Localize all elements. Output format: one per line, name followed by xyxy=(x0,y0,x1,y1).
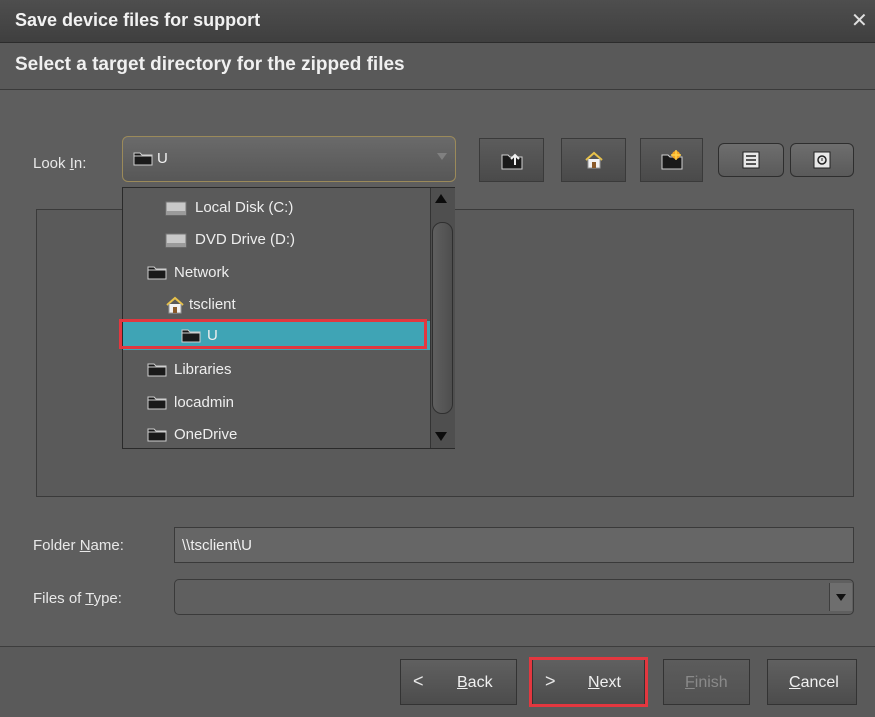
look-in-label-text: Look xyxy=(33,155,70,172)
list-item-label: locadmin xyxy=(174,394,235,411)
finish-button: Finish xyxy=(663,659,750,705)
list-item-label: U xyxy=(207,327,218,344)
home-button[interactable] xyxy=(561,138,626,182)
folder-icon xyxy=(133,150,153,171)
files-of-type-label-text: Files of xyxy=(33,590,86,607)
cancel-label: Cancel xyxy=(789,674,839,692)
dropdown-scrollbar[interactable] xyxy=(430,188,455,448)
step-title: Select a target directory for the zipped… xyxy=(15,54,405,75)
look-in-label: Look In: xyxy=(33,155,86,172)
cancel-mnemonic: C xyxy=(789,674,801,691)
folder-name-label-suffix: ame: xyxy=(90,537,124,554)
cancel-button[interactable]: Cancel xyxy=(767,659,857,705)
folder-name-label-text: Folder xyxy=(33,537,80,554)
chevron-right-icon: > xyxy=(545,671,556,691)
look-in-dropdown-list[interactable]: Local Disk (C:) DVD Drive (D:) Network t… xyxy=(122,187,455,449)
list-item-network[interactable]: Network xyxy=(123,257,430,289)
chevron-left-icon: < xyxy=(413,671,424,691)
look-in-combobox[interactable]: U xyxy=(122,136,456,182)
back-mnemonic: B xyxy=(457,674,468,691)
list-item-label: Libraries xyxy=(174,361,232,378)
close-icon[interactable]: ✕ xyxy=(851,8,868,33)
finish-mnemonic: F xyxy=(685,674,695,691)
list-view-button[interactable] xyxy=(718,143,784,177)
folder-name-value: \\tsclient\U xyxy=(182,537,253,554)
list-item-locadmin[interactable]: locadmin xyxy=(123,387,430,419)
scroll-down-arrow-icon[interactable] xyxy=(435,432,447,441)
chevron-down-icon[interactable] xyxy=(829,583,852,611)
folder-icon xyxy=(181,327,201,347)
folder-icon xyxy=(147,426,167,446)
cancel-label-rest: ancel xyxy=(800,674,839,691)
wizard-step-header: Select a target directory for the zipped… xyxy=(0,43,875,90)
files-of-type-label-suffix: ype: xyxy=(93,590,122,607)
up-one-level-button[interactable] xyxy=(479,138,544,182)
scroll-thumb[interactable] xyxy=(432,222,453,414)
details-view-button[interactable] xyxy=(790,143,854,177)
title-bar: Save device files for support ✕ xyxy=(0,0,875,43)
list-item-label: DVD Drive (D:) xyxy=(195,231,295,248)
back-label: Back xyxy=(457,674,493,692)
look-in-selected-value: U xyxy=(157,150,168,167)
list-item-u-selected[interactable]: U xyxy=(123,321,430,350)
home-icon xyxy=(165,296,185,318)
files-of-type-mnemonic: T xyxy=(85,590,94,607)
next-mnemonic: N xyxy=(588,674,600,691)
dropdown-items: Local Disk (C:) DVD Drive (D:) Network t… xyxy=(123,188,430,448)
list-item-local-disk-c[interactable]: Local Disk (C:) xyxy=(123,192,430,224)
list-item-onedrive[interactable]: OneDrive xyxy=(123,419,430,448)
scroll-up-arrow-icon[interactable] xyxy=(435,194,447,203)
list-item-label: tsclient xyxy=(189,296,236,313)
drive-icon xyxy=(165,231,187,253)
finish-label: Finish xyxy=(685,674,728,692)
folder-icon xyxy=(147,264,167,284)
files-of-type-label: Files of Type: xyxy=(33,590,122,607)
list-item-dvd-drive-d[interactable]: DVD Drive (D:) xyxy=(123,224,430,256)
look-in-label-suffix: n: xyxy=(73,155,87,172)
folder-name-mnemonic: N xyxy=(79,537,91,554)
chevron-down-icon[interactable] xyxy=(437,153,447,160)
list-item-libraries[interactable]: Libraries xyxy=(123,354,430,386)
finish-label-rest: inish xyxy=(694,674,728,691)
folder-icon xyxy=(147,394,167,414)
folder-name-field[interactable]: \\tsclient\U xyxy=(174,527,854,563)
list-item-label: OneDrive xyxy=(174,426,238,443)
back-label-rest: ack xyxy=(467,674,493,691)
next-button[interactable]: > Next xyxy=(532,659,645,705)
list-item-label: Local Disk (C:) xyxy=(195,199,294,216)
files-of-type-select[interactable] xyxy=(174,579,854,615)
list-item-tsclient[interactable]: tsclient xyxy=(123,289,430,321)
back-button[interactable]: < Back xyxy=(400,659,517,705)
new-folder-button[interactable] xyxy=(640,138,703,182)
window-title: Save device files for support xyxy=(15,10,261,30)
list-item-label: Network xyxy=(174,264,230,281)
next-label: Next xyxy=(588,674,621,692)
next-label-rest: ext xyxy=(599,674,621,691)
drive-icon xyxy=(165,199,187,221)
folder-name-label: Folder Name: xyxy=(33,537,124,554)
folder-icon xyxy=(147,361,167,381)
